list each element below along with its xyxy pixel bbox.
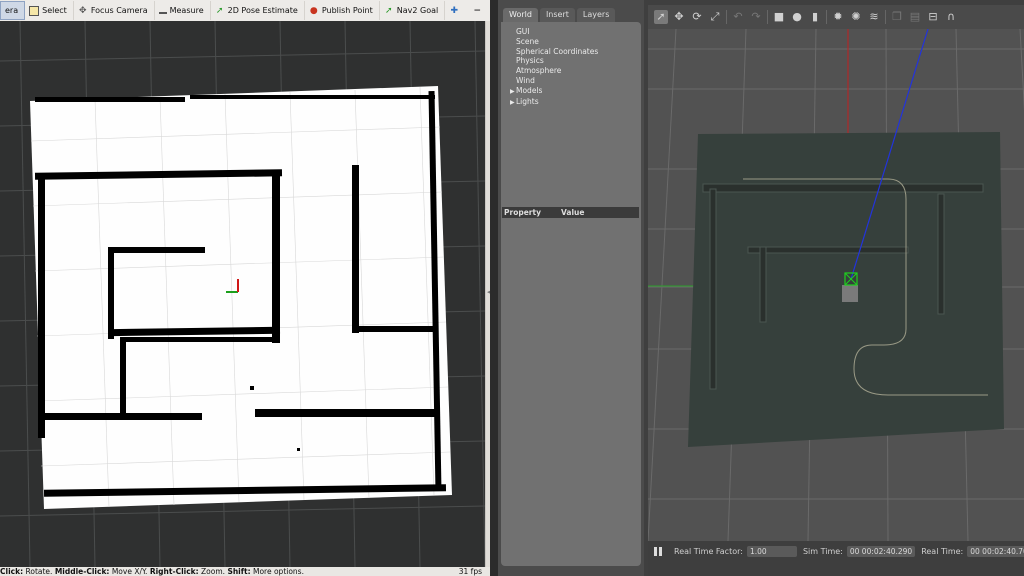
add-tool-button[interactable]: ✚	[445, 1, 468, 20]
select-icon	[29, 5, 40, 16]
toolbar-separator	[885, 10, 886, 24]
world-tree: GUI Scene Spherical Coordinates Physics …	[510, 27, 635, 107]
value-column-header: Value	[561, 208, 585, 217]
tree-item-models[interactable]: ▶Models	[510, 86, 635, 97]
tree-item-scene[interactable]: Scene	[510, 37, 635, 47]
nav-goal-icon: ➚	[384, 5, 393, 16]
tool-2d-pose-estimate-label: 2D Pose Estimate	[227, 6, 298, 15]
box-icon[interactable]: ■	[772, 10, 786, 24]
tree-item-label: Atmosphere	[516, 66, 562, 76]
toolbar-separator	[767, 10, 768, 24]
status-shift-text: More options.	[250, 567, 304, 576]
tool-focus-camera-label: Focus Camera	[90, 6, 148, 15]
gazebo-toolbar: ➚ ✥ ⟳ ⤢ ↶ ↷ ■ ● ▮ ✹ ✺ ≋ ❐ ▤ ⊟ ∩	[648, 5, 1024, 29]
sim-time-value: 00 00:02:40.290	[846, 545, 916, 557]
tool-measure[interactable]: Measure	[155, 1, 211, 20]
tree-item-label: Models	[516, 85, 543, 95]
status-middle-text: Move X/Y.	[109, 567, 150, 576]
cylinder-icon[interactable]: ▮	[808, 10, 822, 24]
tool-interact[interactable]: era	[0, 1, 26, 20]
spot-light-icon[interactable]: ✺	[849, 10, 863, 24]
property-table-header: Property Value	[502, 207, 639, 218]
translate-icon[interactable]: ✥	[672, 10, 686, 24]
tree-item-label: Spherical Coordinates	[516, 46, 599, 56]
rotate-icon[interactable]: ⟳	[690, 10, 704, 24]
status-click-label: Click:	[0, 567, 24, 576]
tool-interact-label: era	[5, 6, 19, 15]
real-time-value: 00 00:02:40.704	[967, 545, 1024, 557]
select-mode-icon[interactable]: ➚	[654, 10, 668, 24]
pose-estimate-icon: ➚	[215, 5, 224, 16]
tool-publish-point[interactable]: ● Publish Point	[305, 1, 380, 20]
paste-icon[interactable]: ▤	[908, 10, 922, 24]
tool-select-label: Select	[42, 6, 67, 15]
tool-nav2-goal[interactable]: ➚ Nav2 Goal	[380, 1, 446, 20]
status-middle-label: Middle-Click:	[54, 567, 110, 576]
tree-item-physics[interactable]: Physics	[510, 56, 635, 66]
redo-icon[interactable]: ↷	[749, 10, 763, 24]
toolbar-separator	[726, 10, 727, 24]
tab-insert[interactable]: Insert	[539, 8, 575, 22]
status-right-text: Zoom.	[198, 567, 228, 576]
point-light-icon[interactable]: ✹	[831, 10, 845, 24]
gazebo-time-panel: Real Time Factor: 1.00 Sim Time: 00 00:0…	[650, 544, 1024, 558]
focus-camera-icon: ✥	[79, 5, 87, 16]
rviz-status-bar: Click: Rotate. Middle-Click: Move X/Y. R…	[0, 567, 490, 576]
tree-item-wind[interactable]: Wind	[510, 76, 635, 86]
tab-world[interactable]: World	[503, 8, 538, 22]
sphere-icon[interactable]: ●	[790, 10, 804, 24]
rtf-value: 1.00	[746, 545, 797, 557]
tree-item-label: Scene	[516, 36, 539, 46]
tool-measure-label: Measure	[169, 6, 204, 15]
occupancy-map	[30, 86, 452, 509]
window-gap	[490, 0, 498, 576]
minus-icon: −	[473, 5, 481, 16]
copy-icon[interactable]: ❐	[890, 10, 904, 24]
undo-icon[interactable]: ↶	[731, 10, 745, 24]
sim-time-label: Sim Time:	[802, 546, 843, 556]
rviz-3d-view[interactable]	[0, 21, 485, 567]
directional-light-icon[interactable]: ≋	[867, 10, 881, 24]
gazebo-scene	[648, 29, 1024, 541]
tree-item-lights[interactable]: ▶Lights	[510, 97, 635, 108]
tree-item-spherical-coordinates[interactable]: Spherical Coordinates	[510, 47, 635, 57]
status-right-label: Right-Click:	[149, 567, 199, 576]
remove-tool-button[interactable]: −	[468, 1, 491, 20]
rviz-toolbar: era Select ✥ Focus Camera Measure ➚ 2D Pos…	[0, 0, 490, 22]
status-click-text: Rotate.	[23, 567, 55, 576]
real-time-label: Real Time:	[921, 546, 964, 556]
tool-publish-point-label: Publish Point	[321, 6, 373, 15]
tool-select[interactable]: Select	[25, 1, 74, 20]
fps-counter: 31 fps	[458, 567, 482, 576]
rtf-label: Real Time Factor:	[674, 546, 743, 556]
plus-icon: ✚	[450, 5, 458, 16]
tool-focus-camera[interactable]: ✥ Focus Camera	[74, 1, 155, 20]
tool-2d-pose-estimate[interactable]: ➚ 2D Pose Estimate	[211, 1, 305, 20]
tree-item-label: Wind	[516, 75, 535, 85]
tab-layers[interactable]: Layers	[576, 8, 616, 22]
rviz-map-canvas	[0, 21, 485, 567]
tree-item-label: Lights	[516, 96, 539, 106]
property-column-header: Property	[504, 208, 541, 217]
robot-model	[842, 285, 858, 302]
toolbar-separator	[826, 10, 827, 24]
gazebo-3d-view[interactable]	[648, 29, 1024, 541]
gazebo-tabs: World Insert Layers	[503, 8, 617, 22]
tool-nav2-goal-label: Nav2 Goal	[396, 6, 439, 15]
scale-icon[interactable]: ⤢	[708, 10, 722, 24]
tree-item-label: Physics	[516, 56, 544, 66]
tree-item-label: GUI	[516, 27, 530, 36]
align-icon[interactable]: ⊟	[926, 10, 940, 24]
snap-icon[interactable]: ∩	[944, 10, 958, 24]
publish-point-icon: ●	[309, 5, 318, 16]
pause-icon[interactable]	[654, 546, 662, 556]
status-shift-label: Shift:	[227, 567, 251, 576]
tree-item-gui[interactable]: GUI	[510, 27, 635, 37]
measure-icon	[158, 8, 167, 14]
tree-item-atmosphere[interactable]: Atmosphere	[510, 66, 635, 76]
